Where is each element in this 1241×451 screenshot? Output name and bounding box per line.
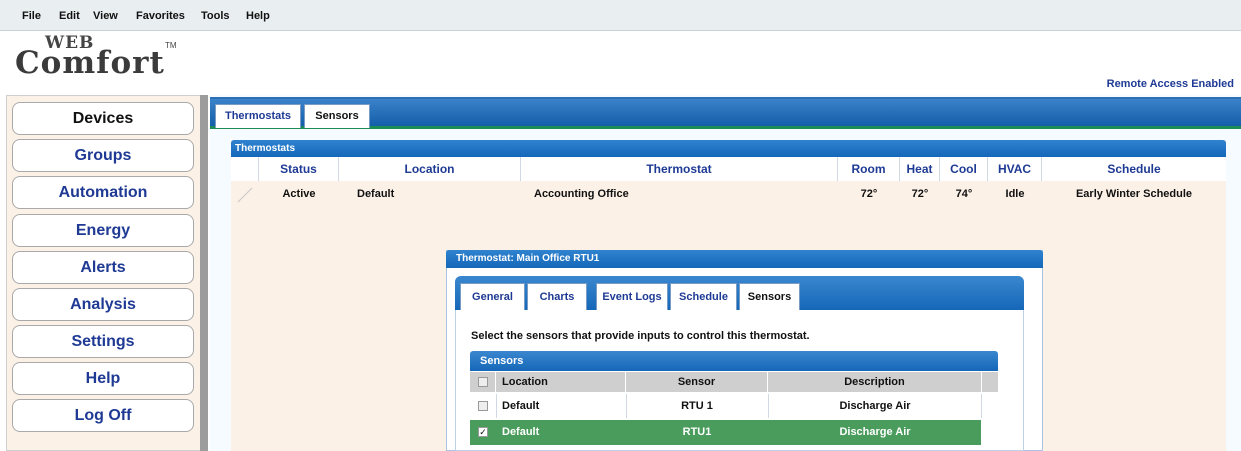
menu-file[interactable]: File — [22, 10, 41, 22]
tab-thermostats[interactable]: Thermostats — [215, 104, 301, 128]
nav-alerts-button[interactable]: Alerts — [12, 251, 194, 284]
logo-comfort-text: Comfort — [15, 45, 165, 81]
remote-access-status: Remote Access Enabled — [1106, 78, 1234, 90]
sensor-row-sensor: RTU 1 — [681, 400, 713, 412]
column-room[interactable]: Room — [838, 157, 900, 181]
column-schedule[interactable]: Schedule — [1042, 157, 1226, 181]
sensor-row-description: Discharge Air — [839, 426, 911, 438]
tab-sensors[interactable]: Sensors — [304, 104, 370, 128]
nav-automation-button[interactable]: Automation — [12, 176, 194, 209]
column-cool[interactable]: Cool — [940, 157, 988, 181]
webcomfort-logo: WEB Comfort TM — [15, 33, 185, 81]
divider — [496, 394, 497, 418]
row-location: Default — [357, 188, 395, 200]
menu-edit[interactable]: Edit — [59, 10, 80, 22]
dialog-tab-sensors[interactable]: Sensors — [739, 283, 800, 310]
dialog-title: Thermostat: Main Office RTU1 — [446, 250, 1043, 268]
sensor-row-checkbox-checked[interactable]: ✓ — [478, 427, 488, 437]
column-select — [231, 157, 259, 181]
dialog-tab-charts[interactable]: Charts — [527, 283, 587, 310]
sensor-row-description: Discharge Air — [839, 400, 911, 412]
column-thermostat[interactable]: Thermostat — [521, 157, 838, 181]
select-all-checkbox[interactable] — [478, 377, 488, 387]
thermostats-panel-title: Thermostats — [231, 140, 1226, 157]
row-hvac-state: Idle — [1005, 188, 1025, 200]
column-status[interactable]: Status — [259, 157, 339, 181]
row-heat-setpoint: 72° — [911, 188, 929, 200]
row-cool-setpoint: 74° — [955, 188, 973, 200]
column-hvac[interactable]: HVAC — [988, 157, 1042, 181]
row-thermostat: Accounting Office — [534, 188, 629, 200]
column-heat[interactable]: Heat — [900, 157, 940, 181]
logo-trademark: TM — [165, 41, 177, 50]
sensor-column-location[interactable]: Location — [496, 372, 626, 392]
menu-favorites[interactable]: Favorites — [136, 10, 185, 22]
menu-view[interactable]: View — [93, 10, 118, 22]
column-location[interactable]: Location — [339, 157, 521, 181]
sensor-row-location: Default — [502, 400, 540, 412]
sensor-column-description[interactable]: Description — [768, 372, 982, 392]
menu-tools[interactable]: Tools — [201, 10, 230, 22]
sensor-column-sensor[interactable]: Sensor — [626, 372, 768, 392]
nav-analysis-button[interactable]: Analysis — [12, 288, 194, 321]
nav-energy-button[interactable]: Energy — [12, 214, 194, 247]
nav-logoff-button[interactable]: Log Off — [12, 399, 194, 432]
row-status: Active — [282, 188, 316, 200]
menu-help[interactable]: Help — [246, 10, 270, 22]
sensor-row-location: Default — [502, 426, 540, 438]
dialog-tab-schedule[interactable]: Schedule — [670, 283, 737, 310]
nav-devices-button[interactable]: Devices — [12, 102, 194, 135]
sensor-row-checkbox[interactable] — [478, 401, 488, 411]
dialog-tab-general[interactable]: General — [460, 283, 525, 310]
nav-settings-button[interactable]: Settings — [12, 325, 194, 358]
dialog-tab-event-logs[interactable]: Event Logs — [596, 283, 668, 310]
sensors-table-title: Sensors — [470, 351, 998, 371]
menu-bar: File Edit View Favorites Tools Help — [0, 0, 1241, 31]
row-drag-handle-icon[interactable] — [236, 186, 254, 204]
sensor-row-sensor: RTU1 — [682, 426, 712, 438]
row-room-temp: 72° — [860, 188, 878, 200]
column-select-all[interactable] — [470, 372, 496, 392]
row-schedule: Early Winter Schedule — [1075, 188, 1193, 200]
left-panel-scrollbar[interactable] — [200, 95, 208, 451]
nav-groups-button[interactable]: Groups — [12, 139, 194, 172]
sensor-column-spacer — [982, 372, 998, 392]
sensor-instruction: Select the sensors that provide inputs t… — [471, 330, 810, 342]
nav-help-button[interactable]: Help — [12, 362, 194, 395]
